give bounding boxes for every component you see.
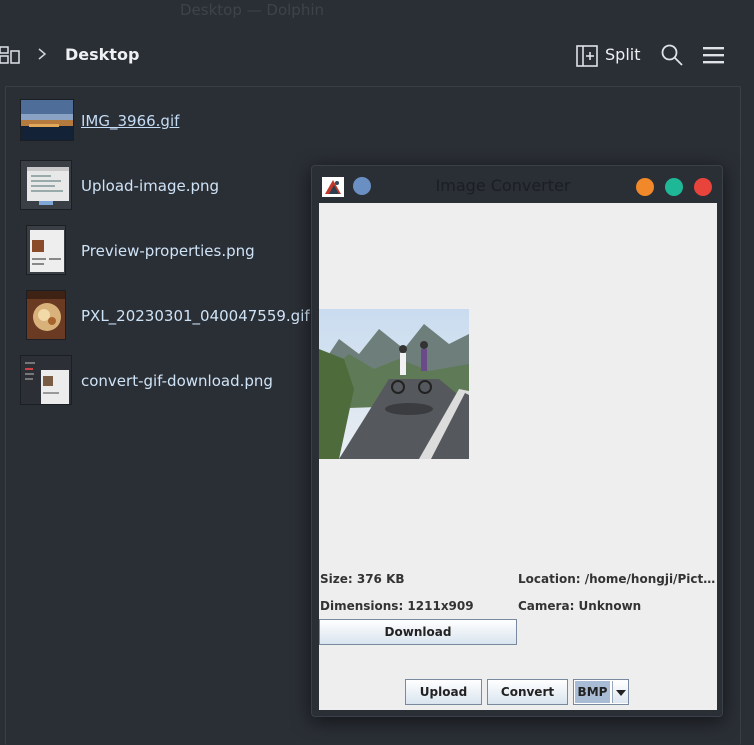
toolbar: Desktop Split (0, 30, 754, 80)
format-select[interactable]: BMP (573, 679, 629, 705)
file-thumbnail (26, 290, 66, 340)
chevron-down-icon[interactable] (612, 681, 628, 703)
chevron-right-icon (36, 44, 50, 64)
minimize-button[interactable] (636, 178, 654, 196)
split-label: Split (605, 45, 641, 64)
location-label: Location: /home/hongji/Picture... (518, 572, 716, 586)
file-item[interactable]: PXL_20230301_040047559.gif (18, 287, 338, 343)
file-name: Upload-image.png (81, 177, 220, 195)
file-item[interactable]: Preview-properties.png (18, 222, 338, 278)
convert-button[interactable]: Convert (487, 679, 568, 705)
places-icon[interactable] (0, 45, 20, 65)
image-preview (319, 309, 469, 459)
window-title: Desktop — Dolphin (0, 0, 754, 22)
close-button[interactable] (694, 178, 712, 196)
file-thumbnail (20, 355, 72, 405)
file-thumbnail (20, 160, 72, 210)
file-thumbnail (26, 225, 66, 275)
dialog-content: Size: 376 KB Location: /home/hongji/Pict… (319, 203, 717, 710)
size-label: Size: 376 KB (320, 572, 405, 586)
file-name: Preview-properties.png (81, 242, 255, 260)
file-name: PXL_20230301_040047559.gif (81, 307, 310, 325)
dimensions-label: Dimensions: 1211x909 (320, 599, 474, 613)
file-item[interactable]: IMG_3966.gif (18, 92, 338, 148)
image-converter-window[interactable]: Image Converter Size: 376 KB Location: /… (311, 165, 723, 717)
file-name: convert-gif-download.png (81, 372, 273, 390)
file-name: IMG_3966.gif (81, 112, 180, 130)
search-icon[interactable] (660, 43, 684, 67)
breadcrumb-desktop[interactable]: Desktop (65, 44, 139, 66)
hamburger-menu-icon[interactable] (702, 45, 726, 65)
file-item[interactable]: convert-gif-download.png (18, 352, 338, 408)
camera-label: Camera: Unknown (518, 599, 642, 613)
split-view-icon (576, 45, 598, 67)
maximize-button[interactable] (665, 178, 683, 196)
file-item[interactable]: Upload-image.png (18, 157, 338, 213)
file-thumbnail (20, 99, 74, 141)
download-button[interactable]: Download (319, 619, 517, 645)
dialog-titlebar[interactable]: Image Converter (312, 166, 724, 202)
window-title-text: Desktop — Dolphin (180, 1, 324, 19)
upload-button[interactable]: Upload (405, 679, 482, 705)
format-select-value: BMP (575, 681, 610, 703)
split-button[interactable]: Split (572, 40, 644, 70)
